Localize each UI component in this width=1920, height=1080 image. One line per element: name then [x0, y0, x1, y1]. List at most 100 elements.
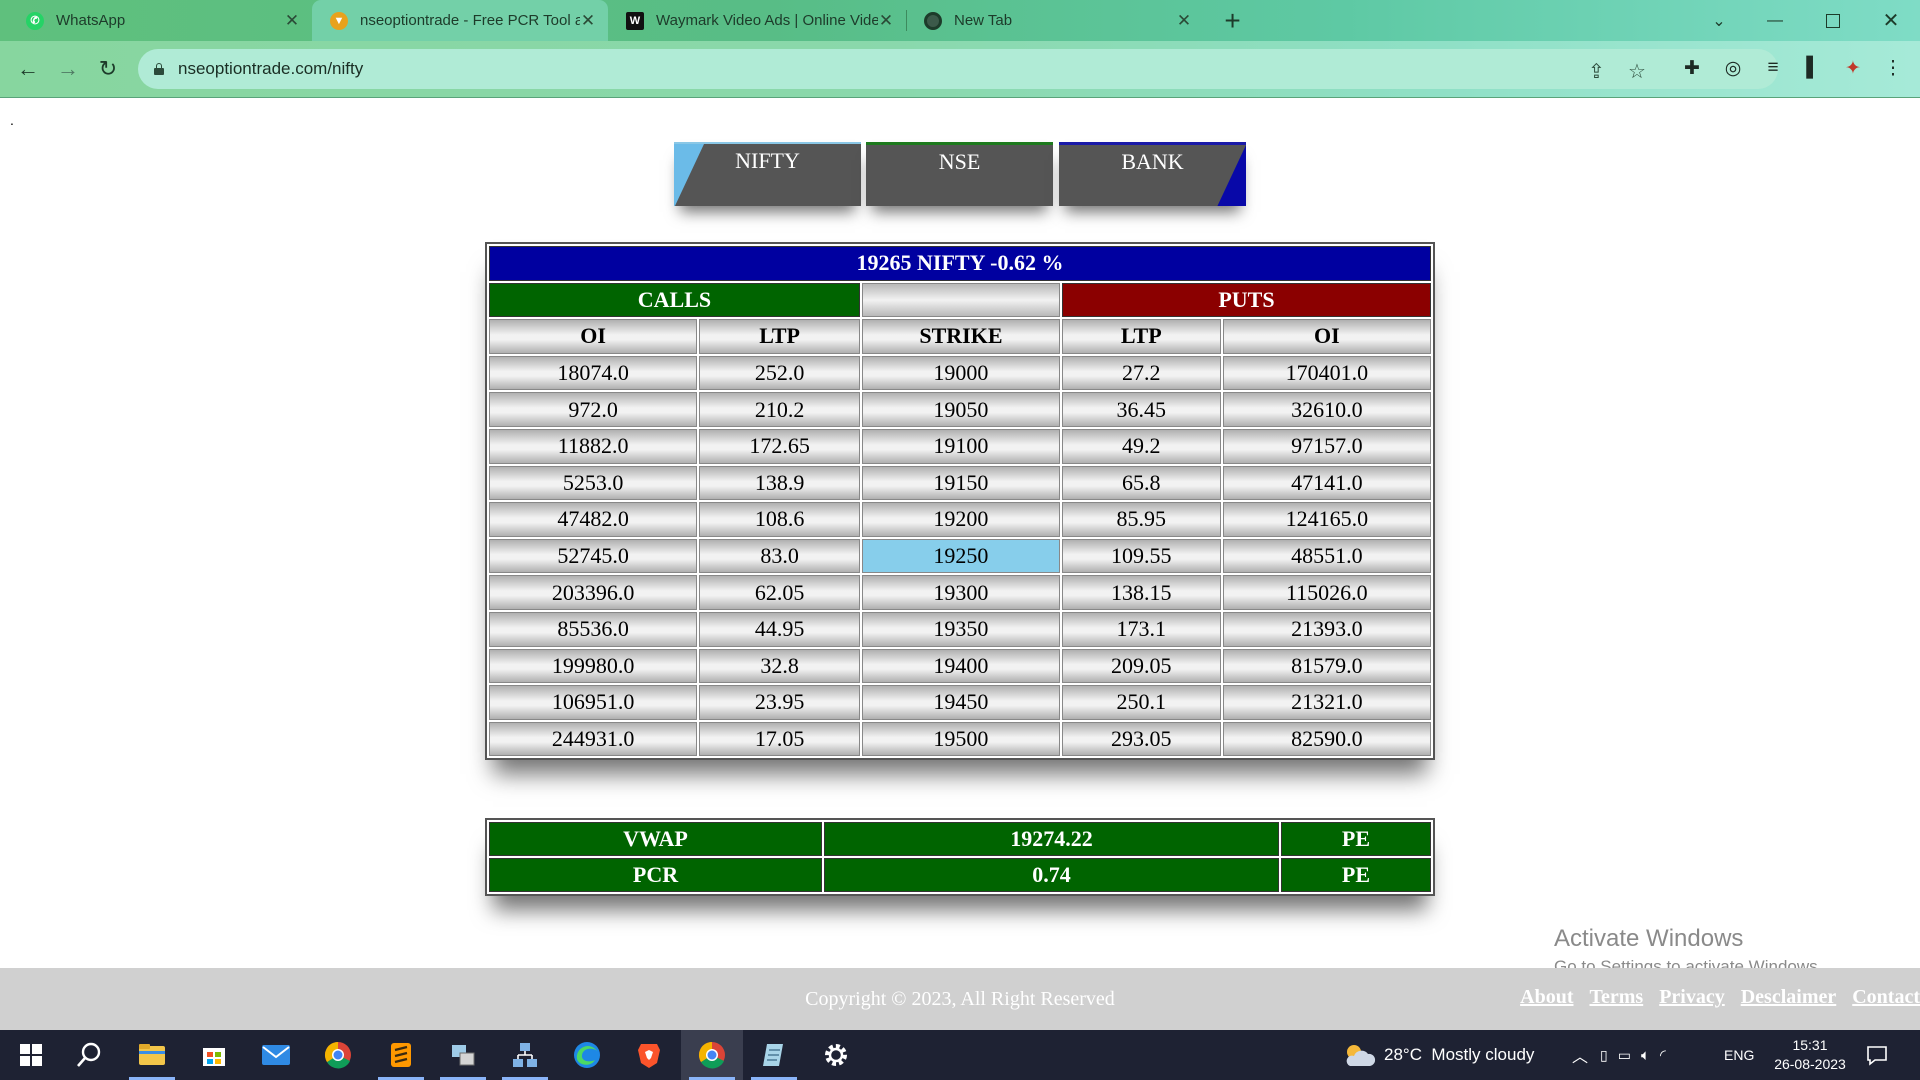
network-app-icon — [513, 1043, 537, 1067]
start-button[interactable] — [0, 1030, 62, 1080]
cell-strike: 19050 — [861, 392, 1060, 427]
cell-call-ltp: 44.95 — [699, 611, 860, 647]
taskbar-settings[interactable] — [805, 1030, 867, 1080]
close-icon[interactable]: ✕ — [878, 11, 894, 31]
taskbar-sublime[interactable] — [370, 1030, 432, 1080]
search-icon — [77, 1042, 101, 1067]
url-text[interactable]: nseoptiontrade.com/nifty — [178, 59, 363, 79]
segment-label: NSE — [938, 149, 981, 174]
taskbar-notepad[interactable] — [743, 1030, 805, 1080]
taskbar-chrome[interactable] — [307, 1030, 369, 1080]
cell-call-oi: 11882.0 — [489, 428, 698, 464]
web-page: . NIFTY NSE BANK 19265 NIFTY -0.62 % CAL… — [0, 98, 1920, 976]
chain-row: 972.0 210.2 19050 36.45 32610.0 — [489, 392, 1431, 427]
cell-call-oi: 18074.0 — [489, 355, 698, 391]
vwap-side: PE — [1280, 822, 1431, 856]
address-bar[interactable]: nseoptiontrade.com/nifty ⇪ ☆ — [138, 49, 1778, 89]
tab-nseoptiontrade[interactable]: ▼ nseoptiontrade - Free PCR Tool a ✕ — [312, 0, 608, 41]
footer-link-terms[interactable]: Terms — [1589, 986, 1643, 1009]
cell-put-oi: 97157.0 — [1222, 428, 1431, 464]
new-tab-button[interactable]: + — [1216, 5, 1249, 36]
cell-strike: 19400 — [861, 648, 1060, 684]
segment-nse[interactable]: NSE — [866, 142, 1053, 206]
side-panel-icon[interactable]: ▌ — [1798, 53, 1828, 83]
cell-put-ltp: 293.05 — [1061, 721, 1221, 757]
extension-icon[interactable]: ◎ — [1718, 53, 1748, 83]
wifi-icon[interactable]: ◜ — [1660, 1046, 1666, 1064]
col-header-call-ltp: LTP — [699, 319, 860, 354]
tab-title: WhatsApp — [56, 12, 126, 29]
close-window-button[interactable]: ✕ — [1868, 0, 1914, 41]
reload-button[interactable]: ↻ — [92, 53, 124, 85]
col-header-strike: STRIKE — [861, 319, 1060, 354]
weather-widget[interactable]: 28°C Mostly cloudy — [1342, 1030, 1534, 1080]
app-icon — [452, 1045, 475, 1066]
battery-icon[interactable]: ▭ — [1618, 1047, 1631, 1064]
chevron-up-icon[interactable]: ︿ — [1572, 1043, 1588, 1067]
taskbar-clock[interactable]: 15:31 26-08-2023 — [1768, 1036, 1852, 1074]
restore-button[interactable] — [1810, 0, 1856, 41]
gear-icon — [825, 1044, 847, 1066]
strike-header-spacer — [861, 282, 1060, 318]
cell-strike: 19350 — [861, 611, 1060, 647]
footer-link-disclaimer[interactable]: Desclaimer — [1741, 986, 1837, 1009]
minimize-button[interactable]: — — [1752, 0, 1798, 41]
watermark-title: Activate Windows — [1554, 925, 1744, 952]
cell-strike: 19100 — [861, 428, 1060, 464]
cell-call-oi: 244931.0 — [489, 721, 698, 757]
cell-put-ltp: 36.45 — [1061, 392, 1221, 427]
cell-call-ltp: 62.05 — [699, 575, 860, 610]
menu-kebab-icon[interactable]: ⋮ — [1878, 53, 1908, 83]
taskbar-brave[interactable] — [618, 1030, 680, 1080]
summary-table: VWAP 19274.22 PE PCR 0.74 PE — [485, 818, 1435, 896]
tab-title: New Tab — [954, 12, 1013, 29]
chain-row: 244931.0 17.05 19500 293.05 82590.0 — [489, 721, 1431, 757]
waymark-icon: W — [626, 11, 644, 30]
puts-header: PUTS — [1061, 282, 1431, 318]
taskbar-app-2[interactable] — [494, 1030, 556, 1080]
tab-whatsapp[interactable]: ✆ WhatsApp ✕ — [8, 0, 312, 41]
cell-put-oi: 48551.0 — [1222, 538, 1431, 574]
taskbar-edge[interactable] — [556, 1030, 618, 1080]
close-icon[interactable]: ✕ — [1176, 11, 1192, 31]
language-indicator[interactable]: ENG — [1724, 1030, 1754, 1080]
taskbar-mail[interactable] — [245, 1030, 307, 1080]
notifications-button[interactable] — [1866, 1030, 1888, 1080]
footer-link-privacy[interactable]: Privacy — [1659, 986, 1725, 1009]
cell-strike: 19300 — [861, 575, 1060, 610]
tab-waymark[interactable]: W Waymark Video Ads | Online Vide ✕ — [608, 0, 906, 41]
footer-link-contact[interactable]: Contact — [1852, 986, 1920, 1009]
cell-strike: 19000 — [861, 355, 1060, 391]
extensions-puzzle-icon[interactable]: ✚ — [1677, 53, 1707, 83]
cell-strike: 19150 — [861, 465, 1060, 501]
bookmark-star-icon[interactable]: ☆ — [1628, 59, 1646, 84]
cell-call-ltp: 83.0 — [699, 538, 860, 574]
taskbar-app-1[interactable] — [432, 1030, 494, 1080]
footer-link-about[interactable]: About — [1520, 986, 1573, 1009]
taskbar-file-explorer[interactable] — [121, 1030, 183, 1080]
tab-new-tab[interactable]: New Tab ✕ — [906, 0, 1204, 41]
cell-put-oi: 21393.0 — [1222, 611, 1431, 647]
search-button[interactable] — [58, 1030, 120, 1080]
segment-label: NIFTY — [735, 148, 800, 173]
profile-icon[interactable]: ✦ — [1838, 53, 1868, 83]
share-icon[interactable]: ⇪ — [1588, 59, 1605, 84]
forward-button[interactable]: → — [52, 53, 84, 85]
segment-nifty[interactable]: NIFTY — [674, 142, 861, 206]
taskbar-chrome-active[interactable] — [681, 1030, 743, 1080]
taskbar-store[interactable] — [183, 1030, 245, 1080]
close-icon[interactable]: ✕ — [284, 11, 300, 31]
segment-bank[interactable]: BANK — [1059, 142, 1246, 206]
cell-put-oi: 170401.0 — [1222, 355, 1431, 391]
cell-put-ltp: 209.05 — [1061, 648, 1221, 684]
media-control-icon[interactable]: ≡ — [1758, 53, 1788, 83]
device-icon[interactable]: ▯ — [1600, 1047, 1608, 1064]
corner-mark: . — [10, 112, 14, 128]
close-icon[interactable]: ✕ — [580, 11, 596, 31]
folder-icon — [139, 1044, 165, 1065]
tab-search-button[interactable]: ⌄ — [1696, 0, 1742, 41]
back-button[interactable]: ← — [12, 53, 44, 85]
lock-icon[interactable] — [154, 63, 164, 75]
volume-icon[interactable]: 🔈︎ — [1641, 1047, 1650, 1064]
tray-overflow[interactable]: ︿ ▯ ▭ 🔈︎ ◜ — [1572, 1030, 1666, 1080]
